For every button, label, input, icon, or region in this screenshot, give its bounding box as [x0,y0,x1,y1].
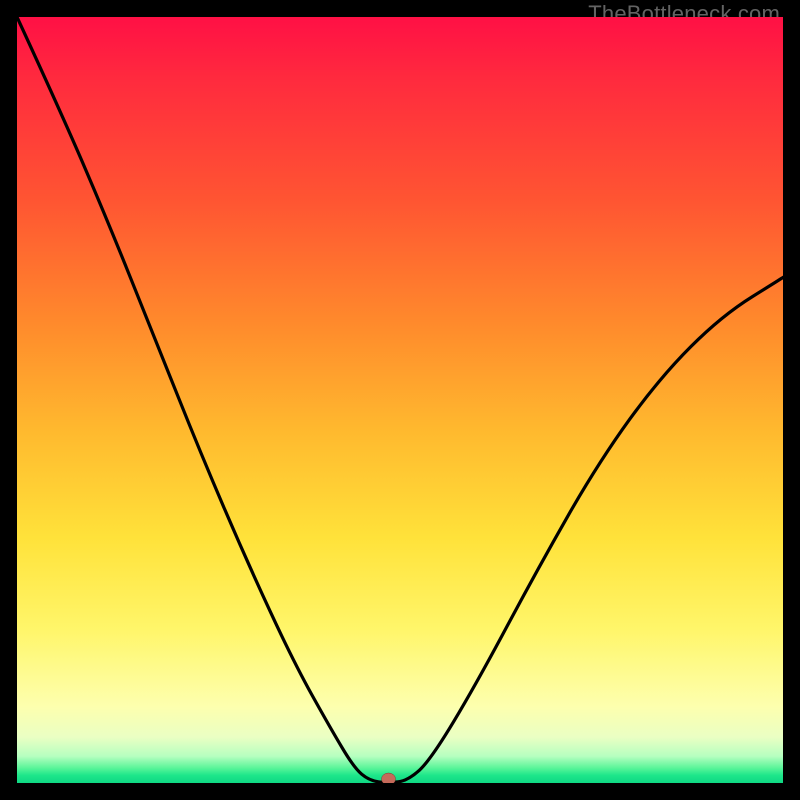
bottleneck-curve [17,17,783,782]
plot-area [17,17,783,783]
curve-layer [17,17,783,783]
optimum-marker [382,773,396,783]
